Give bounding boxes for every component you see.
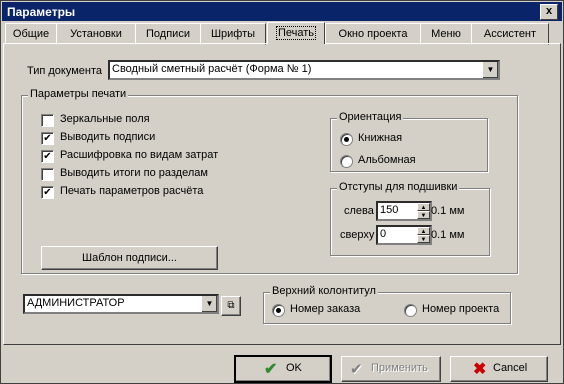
ok-label: OK (286, 362, 302, 374)
section-totals-checkbox[interactable] (41, 168, 54, 181)
signature-template-button[interactable]: Шаблон подписи... (41, 246, 218, 270)
user-manage-icon[interactable]: ⧉ (221, 296, 241, 316)
margin-top-value: 0 (380, 228, 387, 240)
doc-type-value: Сводный сметный расчёт (Форма № 1) (112, 63, 312, 75)
order-number-radio[interactable] (272, 304, 285, 317)
print-tab-page: Тип документа Сводный сметный расчёт (Фо… (3, 43, 561, 345)
margin-top-spinner[interactable]: 0 ▲ ▼ (376, 225, 432, 245)
orientation-title: Ориентация (337, 111, 404, 123)
tab-strip: Общие Установки Подписи Шрифты Печать Ок… (3, 22, 561, 45)
cancel-button[interactable]: ✖ Cancel (450, 356, 548, 382)
tab-settings[interactable]: Установки (56, 23, 136, 45)
binding-margins-group: Отступы для подшивки слева 150 ▲ ▼ 0.1 мм… (330, 181, 490, 256)
cancel-label: Cancel (493, 362, 528, 374)
tab-menu[interactable]: Меню (420, 23, 472, 45)
chevron-down-icon[interactable]: ▼ (482, 62, 498, 78)
spin-up-icon[interactable]: ▲ (417, 227, 430, 235)
binding-margins-title: Отступы для подшивки (337, 181, 460, 193)
tab-fonts[interactable]: Шрифты (200, 23, 266, 45)
apply-button: ✔ Применить (341, 356, 441, 382)
page-header-group: Верхний колонтитул Номер заказа Номер пр… (263, 285, 511, 324)
margin-left-spinner[interactable]: 150 ▲ ▼ (376, 201, 432, 221)
doc-type-combo[interactable]: Сводный сметный расчёт (Форма № 1) ▼ (108, 60, 500, 80)
doc-type-label: Тип документа (27, 65, 103, 77)
check-icon: ✔ (264, 361, 278, 378)
title-bar: Параметры x (2, 2, 562, 21)
tab-signatures[interactable]: Подписи (135, 23, 201, 45)
ok-button[interactable]: ✔ OK (234, 355, 332, 383)
user-combo[interactable]: АДМИНИСТРАТОР ▼ (23, 294, 219, 314)
mirror-margins-label: Зеркальные поля (60, 113, 150, 125)
close-button[interactable]: x (540, 4, 558, 20)
portrait-label: Книжная (358, 132, 403, 144)
page-header-title: Верхний колонтитул (270, 285, 378, 297)
close-icon: ✖ (473, 361, 487, 378)
print-params-group: Параметры печати Зеркальные поля ✔ Вывод… (21, 88, 518, 274)
parameters-dialog: Параметры x Общие Установки Подписи Шриф… (0, 0, 564, 384)
spin-down-icon[interactable]: ▼ (417, 235, 430, 243)
check-icon: ✔ (350, 361, 363, 378)
print-calc-params-label: Печать параметров расчёта (60, 185, 204, 197)
print-params-title: Параметры печати (28, 88, 129, 100)
margin-top-unit: 0.1 мм (431, 229, 465, 241)
tab-general[interactable]: Общие (5, 23, 57, 45)
landscape-label: Альбомная (358, 154, 416, 166)
order-number-label: Номер заказа (290, 303, 361, 315)
orientation-group: Ориентация Книжная Альбомная (330, 111, 488, 172)
cost-breakdown-checkbox[interactable]: ✔ (41, 150, 54, 163)
section-totals-label: Выводить итоги по разделам (60, 167, 208, 179)
chevron-down-icon[interactable]: ▼ (201, 296, 217, 312)
mirror-margins-checkbox[interactable] (41, 114, 54, 127)
project-number-label: Номер проекта (422, 303, 500, 315)
show-signatures-checkbox[interactable]: ✔ (41, 132, 54, 145)
apply-label: Применить (371, 362, 428, 374)
spin-down-icon[interactable]: ▼ (417, 211, 430, 219)
margin-top-label: сверху (340, 229, 375, 241)
portrait-radio[interactable] (340, 133, 353, 146)
tab-assistant[interactable]: Ассистент (471, 23, 549, 45)
window-title: Параметры (7, 5, 76, 19)
print-calc-params-checkbox[interactable]: ✔ (41, 186, 54, 199)
tab-project-window[interactable]: Окно проекта (325, 23, 421, 45)
margin-left-label: слева (344, 205, 374, 217)
landscape-radio[interactable] (340, 155, 353, 168)
margin-left-unit: 0.1 мм (431, 205, 465, 217)
margin-left-value: 150 (380, 204, 399, 216)
show-signatures-label: Выводить подписи (60, 131, 156, 143)
user-value: АДМИНИСТРАТОР (27, 297, 125, 309)
spin-up-icon[interactable]: ▲ (417, 203, 430, 211)
project-number-radio[interactable] (404, 304, 417, 317)
tab-print[interactable]: Печать (267, 22, 325, 44)
cost-breakdown-label: Расшифровка по видам затрат (60, 149, 219, 161)
